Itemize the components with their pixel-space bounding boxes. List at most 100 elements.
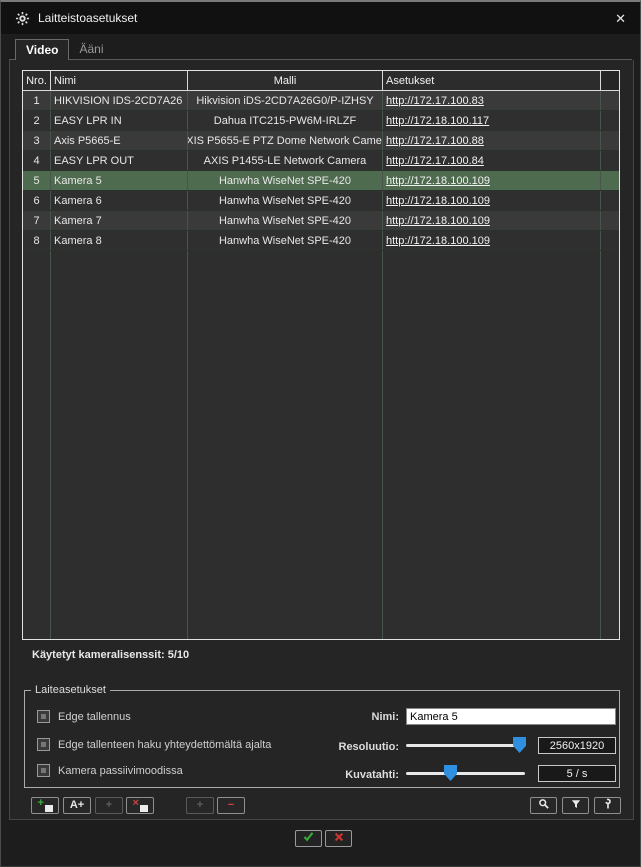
plus-icon: + (197, 800, 203, 811)
remove-channel-button[interactable]: − (217, 797, 245, 814)
remove-device-button[interactable]: × (126, 797, 154, 814)
tab-video[interactable]: Video (15, 39, 69, 60)
cell-nimi: Kamera 5 (51, 171, 188, 190)
header-nimi[interactable]: Nimi (51, 71, 188, 90)
settings-link[interactable]: http://172.18.100.109 (386, 195, 490, 207)
wrench-button[interactable] (594, 797, 621, 814)
add-device-button[interactable]: + (31, 797, 59, 814)
settings-link[interactable]: http://172.17.100.88 (386, 135, 484, 147)
device-settings-group: Laiteasetukset Edge tallennus Edge talle… (24, 684, 620, 788)
close-icon[interactable]: ✕ (615, 12, 626, 25)
cancel-button[interactable] (325, 830, 352, 847)
tab-bar: Video Ääni (9, 38, 632, 60)
cell-filler (601, 131, 619, 150)
edge-recording-row: Edge tallennus (37, 710, 131, 723)
framerate-slider-track (406, 772, 525, 775)
cell-filler (601, 211, 619, 230)
search-button[interactable] (530, 797, 557, 814)
table-empty-area (23, 251, 619, 639)
cell-nimi: Kamera 8 (51, 231, 188, 250)
framerate-slider-thumb[interactable] (444, 765, 457, 781)
remove-device-icon: × (133, 800, 148, 812)
cell-nro: 8 (23, 231, 51, 250)
cell-malli: Hanwha WiseNet SPE-420 (188, 191, 383, 210)
cell-malli: Hanwha WiseNet SPE-420 (188, 211, 383, 230)
auto-add-label: A+ (70, 800, 84, 811)
settings-link[interactable]: http://172.18.100.109 (386, 215, 490, 227)
ok-button[interactable] (295, 830, 322, 847)
tab-audio[interactable]: Ääni (69, 39, 113, 60)
edge-retrieval-row: Edge tallenteen haku yhteydettömältä aja… (37, 738, 271, 751)
video-tab-page: Nro. Nimi Malli Asetukset 1 HIKVISION ID… (9, 60, 634, 820)
filter-funnel-icon (570, 798, 582, 813)
table-body: 1 HIKVISION IDS-2CD7A26 Hikvision iDS-2C… (23, 91, 619, 251)
edge-retrieval-checkbox[interactable] (37, 738, 50, 751)
table-row[interactable]: 6 Kamera 6 Hanwha WiseNet SPE-420 http:/… (23, 191, 619, 211)
edge-retrieval-label: Edge tallenteen haku yhteydettömältä aja… (58, 739, 271, 751)
cell-filler (601, 91, 619, 110)
header-nro[interactable]: Nro. (23, 71, 51, 90)
name-input[interactable] (406, 708, 616, 725)
add-device-icon: + (38, 800, 53, 812)
cell-malli: AXIS P1455-LE Network Camera (188, 151, 383, 170)
framerate-label: Kuvatahti: (303, 769, 399, 781)
window-title: Laitteistoasetukset (38, 11, 137, 25)
table-row[interactable]: 3 Axis P5665-E AXIS P5655-E PTZ Dome Net… (23, 131, 619, 151)
cancel-x-icon (333, 830, 345, 848)
add-button-disabled: + (95, 797, 123, 814)
settings-link[interactable]: http://172.17.100.84 (386, 155, 484, 167)
cell-nro: 2 (23, 111, 51, 130)
resolution-slider-track (406, 744, 525, 747)
column-line (50, 251, 51, 639)
cell-nro: 3 (23, 131, 51, 150)
table-row[interactable]: 2 EASY LPR IN Dahua ITC215-PW6M-IRLZF ht… (23, 111, 619, 131)
table-row[interactable]: 7 Kamera 7 Hanwha WiseNet SPE-420 http:/… (23, 211, 619, 231)
table-row[interactable]: 1 HIKVISION IDS-2CD7A26 Hikvision iDS-2C… (23, 91, 619, 111)
cell-malli: AXIS P5655-E PTZ Dome Network Came... (188, 131, 383, 150)
framerate-slider[interactable] (406, 765, 525, 781)
cell-nimi: Kamera 6 (51, 191, 188, 210)
settings-link[interactable]: http://172.18.100.117 (386, 115, 489, 127)
settings-link[interactable]: http://172.17.100.83 (386, 95, 484, 107)
cell-nimi: Kamera 7 (51, 211, 188, 230)
cell-nimi: Axis P5665-E (51, 131, 188, 150)
cell-nro: 6 (23, 191, 51, 210)
cell-nimi: EASY LPR IN (51, 111, 188, 130)
minus-icon: − (228, 800, 234, 811)
device-settings-title: Laiteasetukset (31, 684, 110, 696)
wrench-icon (602, 798, 614, 813)
resolution-label: Resoluutio: (303, 741, 399, 753)
filter-button[interactable] (562, 797, 589, 814)
framerate-value: 5 / s (538, 765, 616, 782)
resolution-slider[interactable] (406, 737, 525, 753)
column-line (187, 251, 188, 639)
passive-mode-label: Kamera passiivimoodissa (58, 765, 183, 777)
license-count-text: Käytetyt kameralisenssit: 5/10 (32, 649, 189, 661)
header-malli[interactable]: Malli (188, 71, 383, 90)
table-header-row: Nro. Nimi Malli Asetukset (23, 71, 619, 91)
passive-mode-row: Kamera passiivimoodissa (37, 764, 183, 777)
auto-add-button[interactable]: A+ (63, 797, 91, 814)
gear-icon (15, 11, 30, 26)
resolution-slider-thumb[interactable] (513, 737, 526, 753)
cell-nro: 1 (23, 91, 51, 110)
cell-filler (601, 231, 619, 250)
name-label: Nimi: (303, 711, 399, 723)
add-channel-button-disabled: + (186, 797, 214, 814)
check-icon (302, 830, 315, 848)
settings-link[interactable]: http://172.18.100.109 (386, 175, 490, 187)
cell-nro: 7 (23, 211, 51, 230)
header-asetukset[interactable]: Asetukset (383, 71, 601, 90)
cell-filler (601, 171, 619, 190)
settings-link[interactable]: http://172.18.100.109 (386, 235, 490, 247)
edge-recording-checkbox[interactable] (37, 710, 50, 723)
camera-table: Nro. Nimi Malli Asetukset 1 HIKVISION ID… (22, 70, 620, 640)
table-row[interactable]: 8 Kamera 8 Hanwha WiseNet SPE-420 http:/… (23, 231, 619, 251)
table-row[interactable]: 5 Kamera 5 Hanwha WiseNet SPE-420 http:/… (23, 171, 619, 191)
table-row[interactable]: 4 EASY LPR OUT AXIS P1455-LE Network Cam… (23, 151, 619, 171)
cell-nro: 4 (23, 151, 51, 170)
passive-mode-checkbox[interactable] (37, 764, 50, 777)
cell-nimi: EASY LPR OUT (51, 151, 188, 170)
plus-icon: + (106, 800, 112, 811)
edge-recording-label: Edge tallennus (58, 711, 131, 723)
